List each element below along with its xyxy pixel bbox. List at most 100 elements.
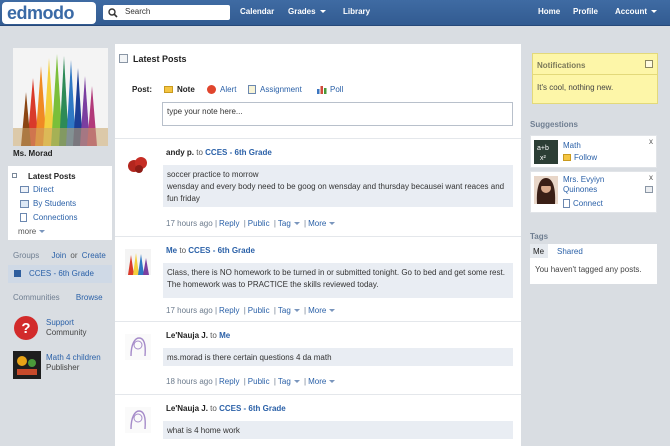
more-dropdown[interactable]: More bbox=[308, 377, 336, 386]
post-group[interactable]: CCES - 6th Grade bbox=[219, 404, 286, 413]
minimize-icon[interactable] bbox=[645, 60, 653, 68]
post-body: soccer practice to morrow wensday and ev… bbox=[163, 165, 513, 207]
search-box[interactable]: Search bbox=[103, 5, 230, 20]
public-link[interactable]: Public bbox=[248, 306, 270, 315]
latest-posts-nav[interactable]: Latest Posts bbox=[8, 171, 112, 183]
nav-connections[interactable]: Connections bbox=[20, 213, 78, 223]
composer-tab-note[interactable]: Note bbox=[164, 85, 195, 94]
chevron-down-icon bbox=[651, 10, 657, 14]
groups-header: Groups Join or Create bbox=[13, 251, 106, 260]
tags-tab-shared[interactable]: Shared bbox=[557, 247, 583, 256]
connect-button[interactable]: Connect bbox=[563, 199, 603, 209]
main-feed: Latest Posts Post: Note Alert Assignment… bbox=[115, 44, 521, 446]
posts-icon bbox=[12, 173, 17, 178]
suggestion-name[interactable]: Math bbox=[563, 141, 581, 150]
community-math[interactable]: Math 4 children Publisher bbox=[13, 351, 111, 381]
join-group-link[interactable]: Join bbox=[51, 251, 66, 260]
post-group[interactable]: CCES - 6th Grade bbox=[205, 148, 272, 157]
public-link[interactable]: Public bbox=[248, 219, 270, 228]
group-name: CCES - 6th Grade bbox=[29, 269, 94, 278]
sep: | bbox=[243, 377, 246, 386]
post-to: to bbox=[179, 246, 187, 255]
nav-by-students-label: By Students bbox=[33, 199, 77, 208]
message-icon[interactable] bbox=[645, 186, 653, 193]
community-type: Community bbox=[46, 328, 87, 337]
nav-connections-label: Connections bbox=[33, 213, 78, 222]
nav-home[interactable]: Home bbox=[538, 7, 560, 16]
reply-link[interactable]: Reply bbox=[219, 306, 239, 315]
more-dropdown[interactable]: More bbox=[308, 306, 336, 315]
search-icon bbox=[108, 8, 118, 18]
post-body: ms.morad is there certain questions 4 da… bbox=[163, 348, 513, 366]
tag-label: Tag bbox=[277, 306, 291, 315]
post-item: Le'Nauja J. to Me ms.morad is there cert… bbox=[115, 321, 521, 394]
nav-direct[interactable]: Direct bbox=[20, 185, 54, 194]
edmodo-logo[interactable]: edmodo bbox=[2, 2, 96, 24]
community-support[interactable]: ? Support Community bbox=[13, 315, 111, 343]
user-avatar bbox=[125, 407, 151, 433]
nav-profile[interactable]: Profile bbox=[573, 7, 598, 16]
search-input[interactable]: Search bbox=[125, 7, 150, 16]
chevron-down-icon bbox=[293, 309, 300, 313]
feed-title: Latest Posts bbox=[133, 54, 187, 64]
note-input[interactable]: type your note here... bbox=[162, 102, 513, 126]
dismiss-suggestion-button[interactable]: x bbox=[649, 173, 653, 182]
tags-tab-me[interactable]: Me bbox=[530, 244, 548, 258]
chevron-down-icon bbox=[329, 309, 336, 313]
composer-tab-alert[interactable]: Alert bbox=[207, 85, 236, 95]
post-group[interactable]: Me bbox=[219, 331, 230, 340]
tag-dropdown[interactable]: Tag bbox=[278, 306, 300, 315]
post-item: Me to CCES - 6th Grade Class, there is N… bbox=[115, 236, 521, 321]
post-to: to bbox=[196, 148, 203, 157]
notifications-title: Notifications bbox=[537, 61, 586, 70]
math-publisher-logo bbox=[13, 351, 41, 379]
alert-icon bbox=[207, 85, 216, 95]
post-author[interactable]: Me bbox=[166, 246, 177, 255]
svg-text:?: ? bbox=[21, 320, 30, 337]
nav-more-label: more bbox=[18, 227, 37, 236]
post-group[interactable]: CCES - 6th Grade bbox=[188, 246, 255, 255]
user-avatar bbox=[125, 249, 151, 275]
community-name: Support bbox=[46, 318, 75, 327]
post-header: andy p. to CCES - 6th Grade bbox=[166, 148, 272, 157]
left-sidebar: Ms. Morad Latest Posts Direct By Student… bbox=[8, 44, 112, 446]
follow-button[interactable]: Follow bbox=[563, 153, 597, 162]
post-author[interactable]: Le'Nauja J. bbox=[166, 404, 208, 413]
envelope-icon bbox=[20, 186, 29, 194]
composer-tab-poll[interactable]: Poll bbox=[317, 85, 343, 95]
sep: | bbox=[214, 219, 218, 228]
tag-dropdown[interactable]: Tag bbox=[278, 219, 300, 228]
nav-library[interactable]: Library bbox=[343, 7, 370, 16]
post-meta: 17 hours ago | Reply | Public | Tag | More bbox=[166, 306, 337, 315]
public-link[interactable]: Public bbox=[248, 377, 270, 386]
nav-grades[interactable]: Grades bbox=[288, 7, 326, 16]
collapse-icon[interactable] bbox=[119, 54, 128, 63]
composer-tab-assignment[interactable]: Assignment bbox=[248, 85, 302, 95]
browse-communities-link[interactable]: Browse bbox=[76, 293, 103, 302]
dismiss-suggestion-button[interactable]: x bbox=[649, 137, 653, 146]
reply-link[interactable]: Reply bbox=[219, 377, 239, 386]
more-dropdown[interactable]: More bbox=[308, 219, 336, 228]
create-group-link[interactable]: Create bbox=[82, 251, 106, 260]
suggestion-name[interactable]: Mrs. Evyiyn Quinones bbox=[563, 175, 633, 195]
nav-by-students[interactable]: By Students bbox=[20, 199, 76, 208]
svg-text:a+b: a+b bbox=[537, 145, 549, 152]
nav-calendar[interactable]: Calendar bbox=[240, 7, 274, 16]
profile-avatar[interactable] bbox=[13, 48, 108, 146]
tag-dropdown[interactable]: Tag bbox=[278, 377, 300, 386]
suggestion-item: Mrs. Evyiyn Quinones Connect x bbox=[530, 171, 657, 213]
nav-account[interactable]: Account bbox=[615, 7, 657, 16]
tab-note-label: Note bbox=[177, 85, 195, 94]
group-item[interactable]: CCES - 6th Grade bbox=[8, 265, 112, 283]
reply-link[interactable]: Reply bbox=[219, 219, 239, 228]
tag-label: Tag bbox=[277, 377, 291, 386]
nav-more[interactable]: more bbox=[18, 227, 46, 236]
chevron-down-icon bbox=[293, 222, 300, 226]
connect-label: Connect bbox=[573, 199, 603, 208]
communities-label: Communities bbox=[13, 293, 60, 302]
sep: | bbox=[273, 219, 276, 228]
post-author[interactable]: Le'Nauja J. bbox=[166, 331, 208, 340]
post-author[interactable]: andy p. bbox=[166, 148, 194, 157]
more-label: More bbox=[308, 306, 327, 315]
post-body: what is 4 home work bbox=[163, 421, 513, 439]
